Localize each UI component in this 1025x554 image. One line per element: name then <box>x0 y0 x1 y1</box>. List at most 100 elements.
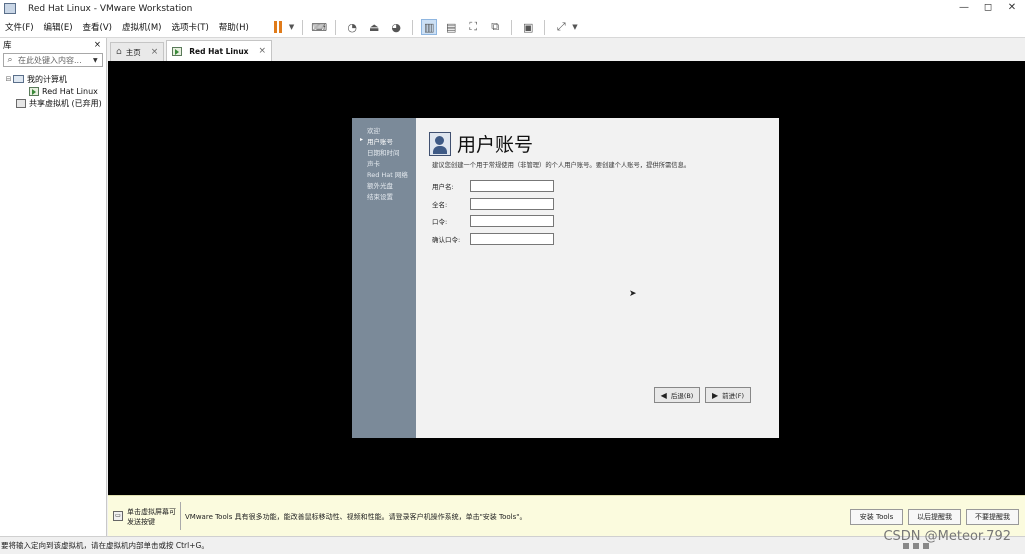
csdn-watermark: CSDN @Meteor.792 <box>883 529 1011 544</box>
close-icon[interactable]: × <box>259 46 267 56</box>
minimize-button[interactable]: — <box>959 2 969 14</box>
firstboot-window: 欢迎 用户账号 日期和时间 声卡 Red Hat 网络 额外光盘 结束设置 用户… <box>352 118 779 438</box>
pause-icon[interactable] <box>270 19 286 35</box>
toolbar-divider <box>511 19 513 35</box>
toolbar-divider <box>412 19 414 35</box>
vmware-app-icon <box>4 3 16 14</box>
toolbar: ▼ ⌨ ◔ ⏏ ◕ ▥ ▤ ⛶ ⧉ ▣ ⤢ ▼ <box>270 19 578 35</box>
stretch-guest-icon[interactable]: ⤢ <box>553 19 569 35</box>
keyboard-hint-icon: ▭ <box>113 511 123 521</box>
mouse-cursor-icon: ➤ <box>629 289 637 299</box>
confirm-password-row: 确认口令: <box>432 233 554 245</box>
remind-later-button[interactable]: 以后提醒我 <box>908 509 961 525</box>
status-bar: 要将输入定向到该虚拟机，请在虚拟机内部单击或按 Ctrl+G。 CSDN @Me… <box>0 529 1025 554</box>
computer-icon <box>13 75 24 83</box>
window-controls: — ◻ ✕ <box>959 2 1017 14</box>
snapshot-manager-icon[interactable]: ◕ <box>388 19 404 35</box>
tab-label: 主页 <box>125 47 141 57</box>
title-bar: Red Hat Linux - VMware Workstation — ◻ ✕ <box>0 0 1025 17</box>
shared-vm-icon <box>16 98 26 108</box>
search-placeholder: 在此处键入内容... <box>18 55 82 65</box>
step-finish: 结束设置 <box>367 193 393 201</box>
chevron-down-icon[interactable]: ▼ <box>93 57 102 64</box>
arrow-right-icon: ▶ <box>712 390 719 400</box>
unity-icon[interactable]: ⧉ <box>487 19 503 35</box>
library-close-icon[interactable]: × <box>94 40 101 50</box>
username-row: 用户名: <box>432 180 554 192</box>
step-user-account: 用户账号 <box>352 136 416 147</box>
tree-item-label: 共享虚拟机 (已弃用) <box>29 98 102 108</box>
home-icon: ⌂ <box>116 47 122 57</box>
library-panel: 库 × ⌕ 在此处键入内容... ▼ ⊟ 我的计算机 Red Hat Linux… <box>0 38 107 536</box>
tree-item-red-hat-linux[interactable]: Red Hat Linux <box>0 85 106 97</box>
thumbnail-bar-icon[interactable]: ▤ <box>443 19 459 35</box>
page-title: 用户账号 <box>457 134 534 156</box>
menu-edit[interactable]: 编辑(E) <box>39 21 78 33</box>
fullname-label: 全名: <box>432 201 448 209</box>
username-field[interactable] <box>470 180 554 192</box>
collapse-icon[interactable]: ⊟ <box>4 75 13 83</box>
page-description: 建议您创建一个用于常规使用（非管理）的个人用户账号。要创建个人账号，提供所需信息… <box>432 162 691 169</box>
vm-running-icon <box>29 86 39 96</box>
console-icon[interactable]: ▣ <box>520 19 536 35</box>
forward-button-label: 前进(F) <box>722 392 744 400</box>
click-hint: 单击虚拟屏幕可发送按键 <box>127 508 176 526</box>
tree-item-label: Red Hat Linux <box>42 86 98 96</box>
menu-help[interactable]: 帮助(H) <box>214 21 254 33</box>
fullname-field[interactable] <box>470 198 554 210</box>
tab-label: Red Hat Linux <box>189 46 249 56</box>
step-date-time: 日期和时间 <box>367 149 400 157</box>
password-field[interactable] <box>470 215 554 227</box>
library-header: 库 × <box>0 38 106 52</box>
vm-icon <box>172 46 183 56</box>
confirm-password-field[interactable] <box>470 233 554 245</box>
menu-view[interactable]: 查看(V) <box>78 21 117 33</box>
password-row: 口令: <box>432 215 554 227</box>
search-icon: ⌕ <box>7 55 13 65</box>
library-search-input[interactable]: ⌕ 在此处键入内容... ▼ <box>3 53 103 67</box>
username-label: 用户名: <box>432 183 454 191</box>
snapshot-icon[interactable]: ◔ <box>344 19 360 35</box>
step-sound-card: 声卡 <box>367 160 380 168</box>
back-button-label: 后退(B) <box>670 392 694 400</box>
tree-item-shared-vms[interactable]: 共享虚拟机 (已弃用) <box>0 97 106 109</box>
vm-console[interactable]: 欢迎 用户账号 日期和时间 声卡 Red Hat 网络 额外光盘 结束设置 用户… <box>108 61 1025 495</box>
setup-steps-sidebar: 欢迎 用户账号 日期和时间 声卡 Red Hat 网络 额外光盘 结束设置 <box>352 118 416 438</box>
chevron-down-icon[interactable]: ▼ <box>572 23 577 31</box>
tree-item-my-computer[interactable]: ⊟ 我的计算机 <box>0 73 106 85</box>
install-tools-button[interactable]: 安装 Tools <box>850 509 903 525</box>
tab-bar: ⌂ 主页 × Red Hat Linux × <box>108 38 1025 61</box>
menu-tabs[interactable]: 选项卡(T) <box>166 21 213 33</box>
step-rhn: Red Hat 网络 <box>367 171 408 179</box>
show-library-icon[interactable]: ▥ <box>421 19 438 35</box>
fullname-row: 全名: <box>432 198 554 210</box>
tab-red-hat-linux[interactable]: Red Hat Linux × <box>166 40 273 61</box>
status-text: 要将输入定向到该虚拟机，请在虚拟机内部单击或按 Ctrl+G。 <box>1 541 209 550</box>
chevron-down-icon[interactable]: ▼ <box>289 23 294 31</box>
restore-button[interactable]: ◻ <box>983 2 993 14</box>
menu-vm[interactable]: 虚拟机(M) <box>117 21 166 33</box>
infobar-divider <box>180 502 181 530</box>
tree-item-label: 我的计算机 <box>27 74 67 84</box>
menu-file[interactable]: 文件(F) <box>0 21 39 33</box>
library-tree: ⊟ 我的计算机 Red Hat Linux 共享虚拟机 (已弃用) <box>0 73 106 109</box>
library-title: 库 <box>3 41 12 51</box>
menu-bar: 文件(F) 编辑(E) 查看(V) 虚拟机(M) 选项卡(T) 帮助(H) ▼ … <box>0 17 1025 38</box>
forward-button[interactable]: ▶ 前进(F) <box>705 387 751 403</box>
page-header: 用户账号 <box>429 130 533 157</box>
toolbar-divider <box>544 19 546 35</box>
revert-snapshot-icon[interactable]: ⏏ <box>366 19 382 35</box>
step-extra-cds: 额外光盘 <box>367 182 393 190</box>
close-icon[interactable]: × <box>151 47 159 57</box>
tab-home[interactable]: ⌂ 主页 × <box>110 42 165 61</box>
back-button[interactable]: ◀ 后退(B) <box>654 387 700 403</box>
never-remind-button[interactable]: 不要提醒我 <box>966 509 1019 525</box>
confirm-password-label: 确认口令: <box>432 236 461 244</box>
password-label: 口令: <box>432 218 448 226</box>
send-ctrl-alt-del-icon[interactable]: ⌨ <box>311 19 327 35</box>
close-button[interactable]: ✕ <box>1007 2 1017 14</box>
setup-content: 用户账号 建议您创建一个用于常规使用（非管理）的个人用户账号。要创建个人账号，提… <box>416 118 779 438</box>
window-title: Red Hat Linux - VMware Workstation <box>28 3 193 14</box>
full-screen-icon[interactable]: ⛶ <box>465 19 481 35</box>
toolbar-divider <box>302 19 304 35</box>
